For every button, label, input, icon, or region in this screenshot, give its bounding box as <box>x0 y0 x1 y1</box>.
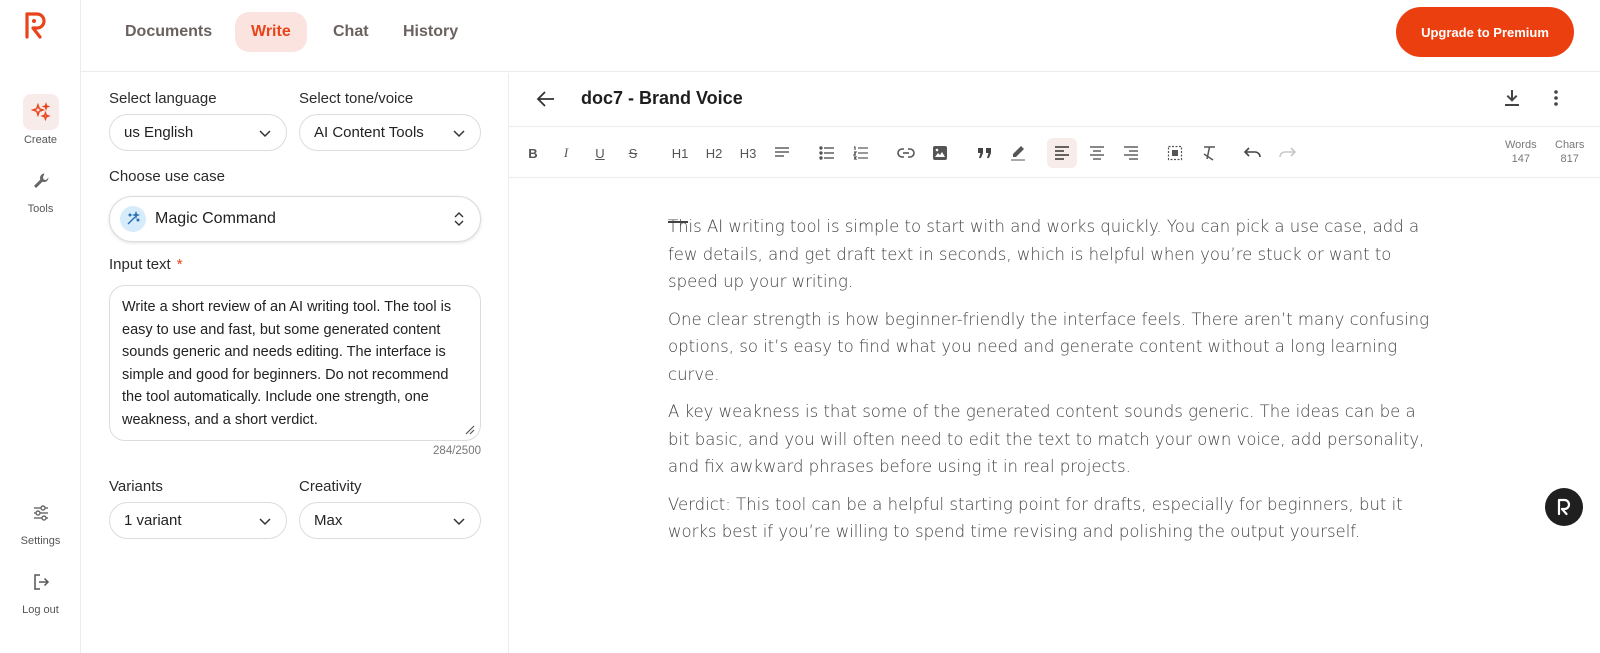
paragraph[interactable]: This AI writing tool is simple to start … <box>668 213 1438 296</box>
logout-icon <box>23 564 59 600</box>
assistant-fab-button[interactable] <box>1545 488 1583 526</box>
usecase-value: Magic Command <box>155 210 276 227</box>
rail-label-create: Create <box>23 134 58 146</box>
underline-button[interactable]: U <box>585 138 615 168</box>
align-center-icon[interactable] <box>1082 138 1112 168</box>
sliders-icon <box>23 495 59 531</box>
input-text-area[interactable]: Write a short review of an AI writing to… <box>109 285 481 441</box>
app-logo-icon <box>1557 498 1571 516</box>
bullet-list-icon[interactable] <box>812 138 842 168</box>
strikethrough-button[interactable]: S <box>618 138 648 168</box>
chevron-down-icon <box>259 518 271 526</box>
tone-value: AI Content Tools <box>314 124 424 141</box>
editor-panel: doc7 - Brand Voice B I U S H1 H2 H3 Word… <box>509 73 1600 653</box>
input-text-label: Input text * <box>109 256 183 273</box>
tab-chat[interactable]: Chat <box>317 12 385 52</box>
usecase-select[interactable]: Magic Command <box>109 196 481 242</box>
rail-item-logout[interactable]: Log out <box>0 564 81 616</box>
words-count: Words 147 <box>1505 138 1537 166</box>
required-mark: * <box>176 256 183 273</box>
tab-documents[interactable]: Documents <box>109 12 228 52</box>
creativity-value: Max <box>314 512 343 529</box>
variants-label: Variants <box>109 478 163 495</box>
chars-label: Chars <box>1555 139 1585 151</box>
chevron-down-icon <box>259 130 271 138</box>
rail-label-logout: Log out <box>22 604 59 616</box>
char-counter: 284/2500 <box>433 445 481 457</box>
tone-select[interactable]: AI Content Tools <box>299 114 481 151</box>
sparkles-icon <box>22 94 59 130</box>
document-title[interactable]: doc7 - Brand Voice <box>581 88 743 109</box>
input-text-label-text: Input text <box>109 256 171 273</box>
back-arrow-icon[interactable] <box>535 88 557 115</box>
creativity-select[interactable]: Max <box>299 502 481 539</box>
usecase-label: Choose use case <box>109 168 225 185</box>
app-logo-icon[interactable] <box>22 10 52 40</box>
rail-label-settings: Settings <box>20 535 61 547</box>
tab-history[interactable]: History <box>387 12 474 52</box>
chevron-updown-icon <box>454 212 464 226</box>
left-rail: Create Tools Settings Log out <box>0 0 81 653</box>
clear-format-icon[interactable] <box>1194 138 1224 168</box>
rail-item-tools[interactable]: Tools <box>0 163 81 215</box>
words-value: 147 <box>1511 153 1530 165</box>
rail-label-tools: Tools <box>27 203 54 215</box>
chevron-down-icon <box>453 130 465 138</box>
paragraph[interactable]: One clear strength is how beginner-frien… <box>668 306 1438 389</box>
language-select[interactable]: us English <box>109 114 287 151</box>
download-icon[interactable] <box>1502 88 1522 113</box>
document-header: doc7 - Brand Voice <box>509 73 1600 127</box>
align-left-icon[interactable] <box>1047 138 1077 168</box>
heading3-button[interactable]: H3 <box>733 138 763 168</box>
variants-select[interactable]: 1 variant <box>109 502 287 539</box>
tab-write[interactable]: Write <box>235 12 307 52</box>
image-icon[interactable] <box>925 138 955 168</box>
words-label: Words <box>1505 139 1537 151</box>
paragraph-icon[interactable] <box>767 138 797 168</box>
resize-handle-icon[interactable] <box>463 423 475 435</box>
creativity-label: Creativity <box>299 478 362 495</box>
document-content[interactable]: This AI writing tool is simple to start … <box>668 213 1438 556</box>
top-nav: Documents Write Chat History Upgrade to … <box>81 0 1600 72</box>
chars-value: 817 <box>1560 153 1579 165</box>
undo-icon[interactable] <box>1238 138 1268 168</box>
heading2-button[interactable]: H2 <box>699 138 729 168</box>
chevron-down-icon <box>453 518 465 526</box>
quote-icon[interactable] <box>970 138 1000 168</box>
language-value: us English <box>124 124 194 141</box>
chars-count: Chars 817 <box>1555 138 1584 166</box>
tone-label: Select tone/voice <box>299 90 414 107</box>
variants-value: 1 variant <box>124 512 182 529</box>
link-icon[interactable] <box>891 138 921 168</box>
language-label: Select language <box>109 90 217 107</box>
paragraph[interactable]: Verdict: This tool can be a helpful star… <box>668 491 1438 546</box>
italic-button[interactable]: I <box>551 138 581 168</box>
heading1-button[interactable]: H1 <box>665 138 695 168</box>
more-vertical-icon[interactable] <box>1546 88 1566 113</box>
upgrade-button[interactable]: Upgrade to Premium <box>1396 7 1574 57</box>
numbered-list-icon[interactable] <box>846 138 876 168</box>
format-toolbar: B I U S H1 H2 H3 Words 147 Chars 817 <box>509 128 1600 178</box>
align-right-icon[interactable] <box>1116 138 1146 168</box>
magic-wand-icon <box>120 206 146 232</box>
rail-item-settings[interactable]: Settings <box>0 495 81 547</box>
highlighter-icon[interactable] <box>1003 138 1033 168</box>
select-all-icon[interactable] <box>1160 138 1190 168</box>
rail-item-create[interactable]: Create <box>0 94 81 146</box>
form-panel: Select language us English Select tone/v… <box>81 73 509 653</box>
paragraph[interactable]: A key weakness is that some of the gener… <box>668 398 1438 481</box>
redo-icon[interactable] <box>1272 138 1302 168</box>
wrench-icon <box>23 163 59 199</box>
bold-button[interactable]: B <box>518 138 548 168</box>
